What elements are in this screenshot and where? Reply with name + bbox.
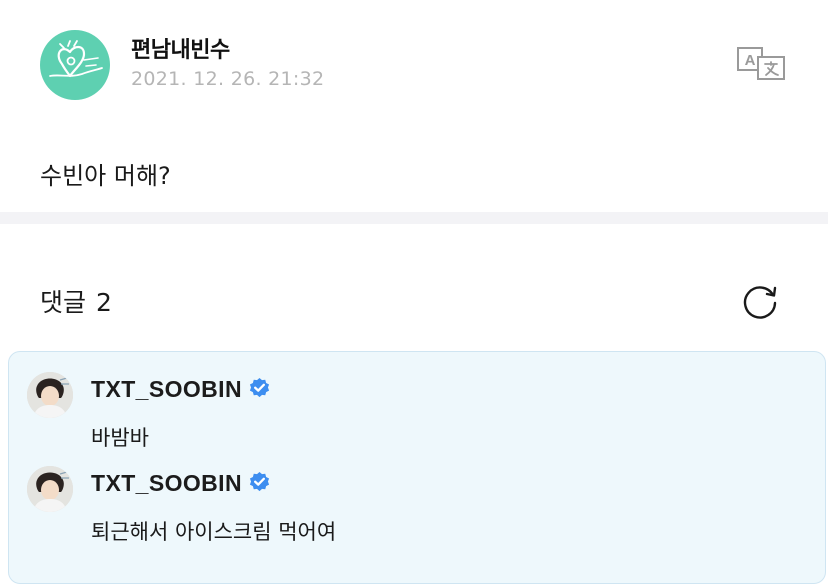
reply-avatar[interactable] <box>27 466 73 512</box>
verified-badge-icon <box>249 471 270 492</box>
reply-avatar[interactable] <box>27 372 73 418</box>
svg-text:A: A <box>745 52 756 69</box>
refresh-button[interactable] <box>740 281 780 321</box>
comments-header: 댓글 2 <box>40 283 112 319</box>
post-header: 편남내빈수 2021. 12. 26. 21:32 A <box>40 30 788 102</box>
translate-button[interactable]: A <box>736 44 788 82</box>
avatar-photo-icon <box>27 372 73 418</box>
reply-item: TXT_SOOBIN 퇴근해서 아이스크림 먹어여 <box>27 466 807 556</box>
reply-author[interactable]: TXT_SOOBIN <box>91 376 271 403</box>
reply-author-name: TXT_SOOBIN <box>91 376 242 402</box>
avatar-photo-icon <box>27 466 73 512</box>
comments-label: 댓글 <box>40 288 87 317</box>
replies-panel: TXT_SOOBIN 바밤바 TXT_SOOBIN 퇴근해서 아이스크림 먹어여 <box>8 351 826 584</box>
post-timestamp: 2021. 12. 26. 21:32 <box>131 68 325 90</box>
reply-item: TXT_SOOBIN 바밤바 <box>27 372 807 462</box>
section-divider <box>0 212 828 224</box>
reply-author[interactable]: TXT_SOOBIN <box>91 470 271 497</box>
reply-text: 퇴근해서 아이스크림 먹어여 <box>91 520 337 544</box>
verified-badge-icon <box>249 377 270 398</box>
translate-icon: A <box>737 47 785 80</box>
author-avatar[interactable] <box>40 30 110 100</box>
author-name[interactable]: 편남내빈수 <box>131 32 230 64</box>
comments-count: 2 <box>96 288 112 317</box>
refresh-icon <box>743 286 777 319</box>
heart-doodle-icon <box>49 40 103 78</box>
reply-author-name: TXT_SOOBIN <box>91 470 242 496</box>
post-text: 수빈아 머해? <box>40 162 171 190</box>
reply-text: 바밤바 <box>91 426 149 450</box>
